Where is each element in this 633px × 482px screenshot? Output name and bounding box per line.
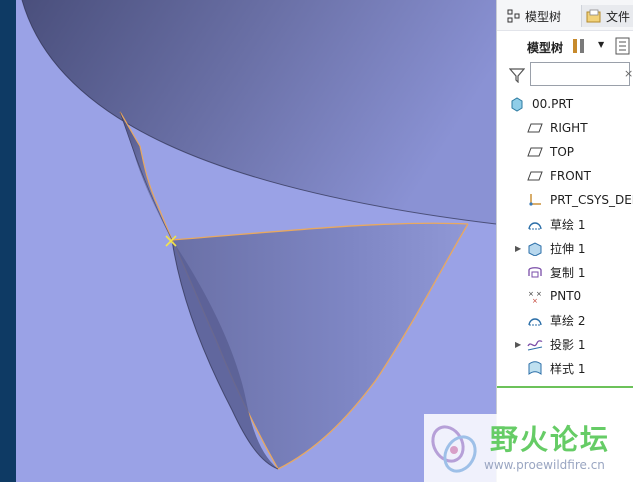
tree-item-style-1[interactable]: 样式 1 (527, 358, 585, 378)
svg-text:×: × (532, 297, 538, 304)
tree-item-sketch-2[interactable]: 草绘 2 (527, 310, 585, 330)
tree-item-label: 投影 1 (550, 337, 586, 352)
tree-item-label: 复制 1 (550, 265, 586, 280)
tree-item-label: 样式 1 (550, 361, 586, 376)
toolbar-label: 模型树 (527, 41, 564, 55)
filter-row: × (497, 59, 633, 93)
graphics-viewport[interactable] (16, 0, 496, 482)
tree-item-label: TOP (550, 145, 575, 159)
filter-icon[interactable] (509, 67, 525, 83)
projection-icon (527, 340, 543, 351)
tree-item-root[interactable]: 00.PRT (509, 94, 573, 114)
tree-item-label: RIGHT (550, 121, 588, 135)
copy-icon (528, 267, 542, 278)
tree-item-projection-1[interactable]: ▶ 投影 1 (515, 334, 586, 354)
tree-toolbar: 模型树 ▼ (497, 31, 633, 59)
settings-tools-icon[interactable] (570, 37, 590, 55)
watermark: 野火论坛 www.proewildfire.cn (424, 414, 633, 482)
style-icon (528, 361, 542, 375)
watermark-title: 野火论坛 (490, 423, 611, 456)
tree-item-csys[interactable]: PRT_CSYS_DEF (527, 190, 633, 210)
csys-icon (529, 194, 541, 206)
tree-item-label: 草绘 1 (550, 217, 586, 232)
sketch-icon (528, 318, 542, 326)
chevron-down-icon[interactable]: ▼ (598, 40, 604, 49)
tab-folder-label: 文件 (606, 9, 631, 24)
tree-item-label: PNT0 (550, 289, 582, 303)
tree-item-label: 00.PRT (532, 97, 574, 111)
tree-item-pnt0[interactable]: × × × PNT0 (527, 286, 581, 306)
tree-item-label: PRT_CSYS_DEF (550, 193, 633, 207)
datum-plane-icon (527, 171, 543, 181)
datum-plane-icon (527, 123, 543, 133)
tree-item-top[interactable]: TOP (527, 142, 574, 162)
tree-item-label: FRONT (550, 169, 591, 183)
clear-filter-icon[interactable]: × (624, 67, 633, 80)
tree-columns-icon[interactable] (615, 37, 631, 55)
tab-folder[interactable]: 文件 (581, 5, 633, 27)
tree-item-copy-1[interactable]: 复制 1 (527, 262, 585, 282)
datum-plane-icon (527, 147, 543, 157)
panel-tabs: 模型树 文件 (497, 0, 633, 31)
sketch-icon (528, 222, 542, 230)
expand-arrow-icon[interactable]: ▶ (515, 244, 521, 253)
datum-point-icon: × × × (528, 290, 542, 304)
watermark-url: www.proewildfire.cn (484, 458, 605, 472)
tree-item-sketch-1[interactable]: 草绘 1 (527, 214, 585, 234)
tab-model-tree[interactable]: 模型树 (507, 5, 561, 27)
tree-item-right[interactable]: RIGHT (527, 118, 588, 138)
tree-item-label: 草绘 2 (550, 313, 586, 328)
folder-icon (586, 9, 601, 23)
part-icon (511, 97, 523, 112)
tab-model-tree-label: 模型树 (525, 9, 562, 24)
model-view[interactable] (16, 0, 496, 482)
expand-arrow-icon[interactable]: ▶ (515, 340, 521, 349)
extrude-icon (528, 242, 542, 256)
tree-filter-input[interactable] (530, 62, 630, 86)
insert-indicator[interactable] (497, 386, 633, 388)
watermark-logo (431, 425, 477, 473)
tree-item-label: 拉伸 1 (550, 241, 586, 256)
model-tree-icon (507, 9, 520, 23)
left-edge-bar (0, 0, 16, 482)
model-tree-panel: 模型树 文件 模型树 ▼ × 00.PRT RIGHT TOP FRONT PR… (496, 0, 633, 482)
tree-item-extrude-1[interactable]: ▶ 拉伸 1 (515, 238, 586, 258)
tree-item-front[interactable]: FRONT (527, 166, 591, 186)
